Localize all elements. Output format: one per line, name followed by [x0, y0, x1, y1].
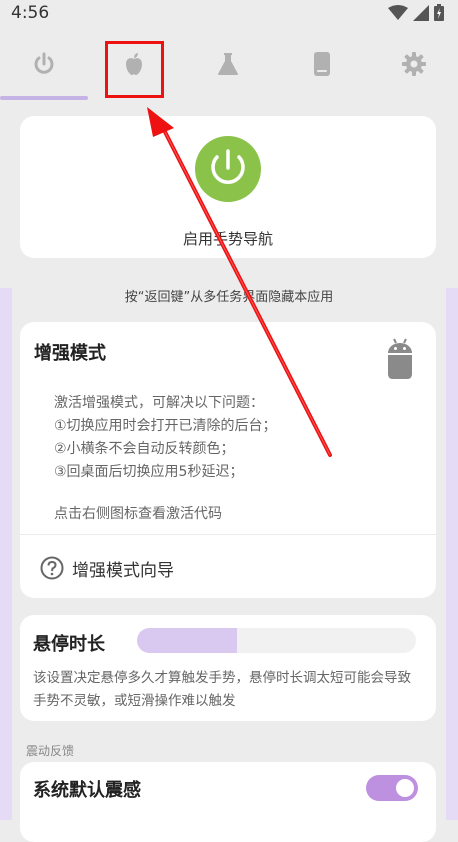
status-bar: 4:56: [0, 0, 458, 26]
power-icon: [211, 149, 245, 184]
enhanced-desc-line: ①切换应用时会打开已清除的后台；: [54, 418, 277, 434]
enhanced-desc-line: ②小横条不会自动反转颜色；: [54, 441, 235, 457]
hide-from-recents-hint: 按“返回键”从多任务界面隐藏本应用: [124, 290, 334, 305]
system-default-vibration-label: 系统默认震感: [33, 780, 141, 801]
side-strip-left: [0, 288, 12, 820]
wifi-icon: [388, 4, 408, 20]
tab-bar: [0, 30, 458, 100]
flask-icon: [218, 53, 238, 75]
enable-gesture-button[interactable]: [195, 136, 261, 202]
help-icon: [40, 556, 64, 580]
gear-icon: [402, 52, 426, 76]
vibration-card: 系统默认震感: [20, 762, 436, 842]
hover-duration-card: 悬停时长 该设置决定悬停多久才算触发手势，悬停时长调太短可能会导致手势不灵敏，或…: [20, 615, 436, 721]
enhanced-desc-line: ③回桌面后切换应用5秒延迟；: [54, 464, 244, 480]
tab-device[interactable]: [278, 30, 366, 98]
signal-icon: [413, 4, 429, 21]
enhanced-mode-guide-row[interactable]: 增强模式向导: [20, 535, 436, 598]
activation-code-tip: 点击右侧图标查看激活代码: [54, 506, 222, 522]
vibration-section-label: 震动反馈: [26, 744, 75, 758]
hover-duration-description: 该设置决定悬停多久才算触发手势，悬停时长调太短可能会导致手势不灵敏，或短滑操作难…: [33, 670, 411, 709]
highlight-box: [105, 41, 164, 98]
hover-duration-slider[interactable]: [137, 628, 416, 653]
status-time: 4:56: [11, 3, 50, 23]
tab-settings[interactable]: [370, 30, 458, 98]
enhanced-mode-title: 增强模式: [34, 343, 106, 364]
tab-gesture[interactable]: [0, 30, 88, 98]
gesture-nav-label: 启用手势导航: [182, 230, 273, 248]
gesture-nav-card: 启用手势导航: [20, 116, 436, 258]
enhanced-mode-guide-label: 增强模式向导: [72, 561, 174, 581]
hover-duration-title: 悬停时长: [33, 634, 105, 655]
enhanced-mode-card: 增强模式 激活增强模式，可解决以下问题： ①切换应用时会打开已清除的后台； ②小…: [20, 322, 436, 598]
power-icon: [34, 52, 54, 74]
side-strip-right: [446, 288, 458, 820]
active-tab-indicator: [0, 96, 88, 100]
battery-icon: [434, 4, 444, 21]
system-vibration-toggle[interactable]: [366, 775, 418, 801]
enhanced-desc-line: 激活增强模式，可解决以下问题：: [54, 395, 264, 411]
toggle-knob: [396, 779, 414, 797]
hover-duration-slider-fill: [137, 628, 238, 653]
android-icon[interactable]: [386, 338, 414, 380]
phone-icon: [314, 52, 330, 76]
tab-lab[interactable]: [184, 30, 272, 98]
